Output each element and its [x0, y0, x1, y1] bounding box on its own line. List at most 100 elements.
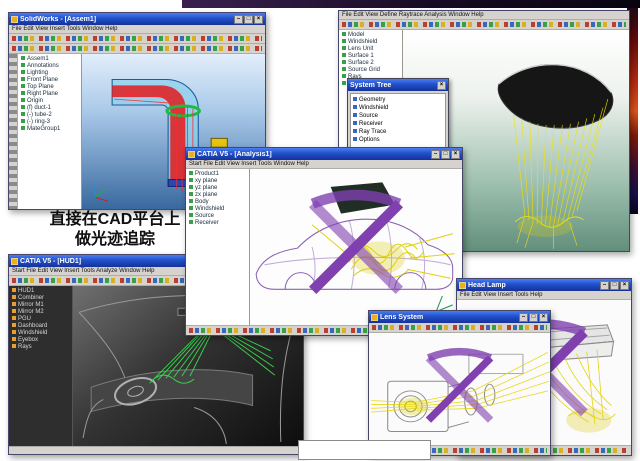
- tree-item[interactable]: zx plane: [189, 192, 248, 199]
- tree-item[interactable]: Source: [353, 112, 443, 120]
- tree-item[interactable]: Eyebox: [12, 337, 71, 344]
- tree-item[interactable]: Lens Unit: [342, 46, 401, 53]
- window-title: CATIA V5 - [Analysis1]: [197, 151, 429, 158]
- feature-tree[interactable]: Assem1AnnotationsLightingFront PlaneTop …: [18, 54, 82, 209]
- close-button[interactable]: ×: [620, 281, 629, 290]
- tree-item[interactable]: Source Grid: [342, 67, 401, 74]
- close-button[interactable]: ×: [451, 150, 460, 159]
- app-icon: [188, 151, 195, 158]
- window-title: Lens System: [380, 314, 517, 321]
- tree-item[interactable]: Windshield: [12, 330, 71, 337]
- minimize-button[interactable]: –: [519, 313, 528, 322]
- title-bar[interactable]: Head Lamp – □ ×: [457, 279, 631, 291]
- tree-item[interactable]: Product1: [189, 171, 248, 178]
- status-bar: [9, 446, 303, 454]
- tree-item[interactable]: HUD1: [12, 288, 71, 295]
- window-body: [369, 333, 550, 445]
- menu-bar[interactable]: File Edit View Insert Tools Window Help: [9, 25, 265, 34]
- app-icon: [11, 16, 18, 23]
- tree-item[interactable]: Receiver: [189, 220, 248, 227]
- axis-triad: [95, 185, 108, 201]
- maximize-button[interactable]: □: [610, 281, 619, 290]
- tree-item[interactable]: Surface 2: [342, 60, 401, 67]
- tree-item[interactable]: (f) duct-1: [21, 105, 80, 112]
- maximize-button[interactable]: □: [244, 15, 253, 24]
- tree-item[interactable]: PGU: [12, 316, 71, 323]
- slide: File Edit View Define Raytrace Analysis …: [0, 0, 640, 461]
- tree-item[interactable]: Windshield: [353, 104, 443, 112]
- toolbar[interactable]: [369, 323, 550, 333]
- tree-item[interactable]: Lighting: [21, 70, 80, 77]
- tree-item[interactable]: Options: [353, 136, 443, 144]
- window-controls: ×: [437, 81, 446, 90]
- windshield-surface: [498, 65, 613, 128]
- catia-compass-icon: [250, 169, 462, 325]
- toolbar-vertical[interactable]: [9, 54, 18, 209]
- tree-item[interactable]: Dashboard: [12, 323, 71, 330]
- close-button[interactable]: ×: [437, 81, 446, 90]
- tree-item[interactable]: (-) tube-2: [21, 112, 80, 119]
- window-body: Product1xy planeyz planezx planeBodyWind…: [186, 169, 462, 325]
- tree-item[interactable]: MateGroup1: [21, 126, 80, 133]
- title-bar[interactable]: Lens System – □ ×: [369, 311, 550, 323]
- maximize-button[interactable]: □: [441, 150, 450, 159]
- tree-item[interactable]: yz plane: [189, 185, 248, 192]
- spec-tree[interactable]: Product1xy planeyz planezx planeBodyWind…: [186, 169, 250, 325]
- toolbar-second[interactable]: [9, 44, 265, 54]
- app-icon: [11, 258, 18, 265]
- tree-item[interactable]: Mirror M2: [12, 309, 71, 316]
- tree-item[interactable]: Windshield: [342, 39, 401, 46]
- caption-line-2: 做光迹追踪: [20, 230, 210, 250]
- close-button[interactable]: ×: [254, 15, 263, 24]
- top-border-strip: [182, 0, 640, 8]
- tree-item[interactable]: Windshield: [189, 206, 248, 213]
- minimize-button[interactable]: –: [431, 150, 440, 159]
- minimize-button[interactable]: –: [234, 15, 243, 24]
- maximize-button[interactable]: □: [529, 313, 538, 322]
- window-controls: – □ ×: [234, 15, 263, 24]
- toolbar[interactable]: [339, 20, 629, 30]
- window-lens-system: Lens System – □ ×: [368, 310, 551, 456]
- window-title: SolidWorks - [Assem1]: [20, 16, 232, 23]
- dialog-title-bar[interactable]: System Tree ×: [348, 79, 448, 91]
- tree-item[interactable]: Rays: [12, 344, 71, 351]
- toolbar-top[interactable]: [9, 34, 265, 44]
- tree-item[interactable]: (-) ring-3: [21, 119, 80, 126]
- tree-item[interactable]: Mirror M1: [12, 302, 71, 309]
- tree-item[interactable]: Body: [189, 199, 248, 206]
- tree-item[interactable]: Front Plane: [21, 77, 80, 84]
- tree-item[interactable]: Geometry: [353, 96, 443, 104]
- menu-bar[interactable]: File Edit View Insert Tools Help: [457, 291, 631, 300]
- slide-caption: 直接在CAD平台上 做光迹追踪: [20, 210, 210, 250]
- title-bar[interactable]: SolidWorks - [Assem1] – □ ×: [9, 13, 265, 25]
- tree-item[interactable]: Model: [342, 32, 401, 39]
- menu-bar[interactable]: File Edit View Define Raytrace Analysis …: [339, 11, 629, 20]
- tree-item[interactable]: Right Plane: [21, 91, 80, 98]
- minimize-button[interactable]: –: [600, 281, 609, 290]
- app-icon: [371, 314, 378, 321]
- tree-item[interactable]: Combiner: [12, 295, 71, 302]
- title-bar[interactable]: CATIA V5 - [Analysis1] – □ ×: [186, 148, 462, 160]
- caption-line-1: 直接在CAD平台上: [20, 210, 210, 230]
- tree-item[interactable]: Assem1: [21, 56, 80, 63]
- window-controls: – □ ×: [600, 281, 629, 290]
- tree-item[interactable]: Source: [189, 213, 248, 220]
- viewport-car-body[interactable]: [250, 169, 462, 325]
- text-placeholder-box: [298, 440, 431, 460]
- tree-item[interactable]: Top Plane: [21, 84, 80, 91]
- catia-compass-icon: [369, 333, 550, 445]
- tree-item[interactable]: Origin: [21, 98, 80, 105]
- window-title: Head Lamp: [468, 282, 598, 289]
- dialog-title: System Tree: [350, 82, 435, 89]
- spec-tree[interactable]: HUD1CombinerMirror M1Mirror M2PGUDashboa…: [9, 286, 73, 446]
- tree-item[interactable]: Surface 1: [342, 53, 401, 60]
- tree-item[interactable]: Ray Trace: [353, 128, 443, 136]
- viewport-lens[interactable]: [369, 333, 550, 445]
- menu-bar[interactable]: Start File Edit View Insert Tools Window…: [186, 160, 462, 169]
- tree-item[interactable]: xy plane: [189, 178, 248, 185]
- window-catia: CATIA V5 - [Analysis1] – □ × Start File …: [185, 147, 463, 336]
- window-controls: – □ ×: [431, 150, 460, 159]
- tree-item[interactable]: Receiver: [353, 120, 443, 128]
- tree-item[interactable]: Annotations: [21, 63, 80, 70]
- close-button[interactable]: ×: [539, 313, 548, 322]
